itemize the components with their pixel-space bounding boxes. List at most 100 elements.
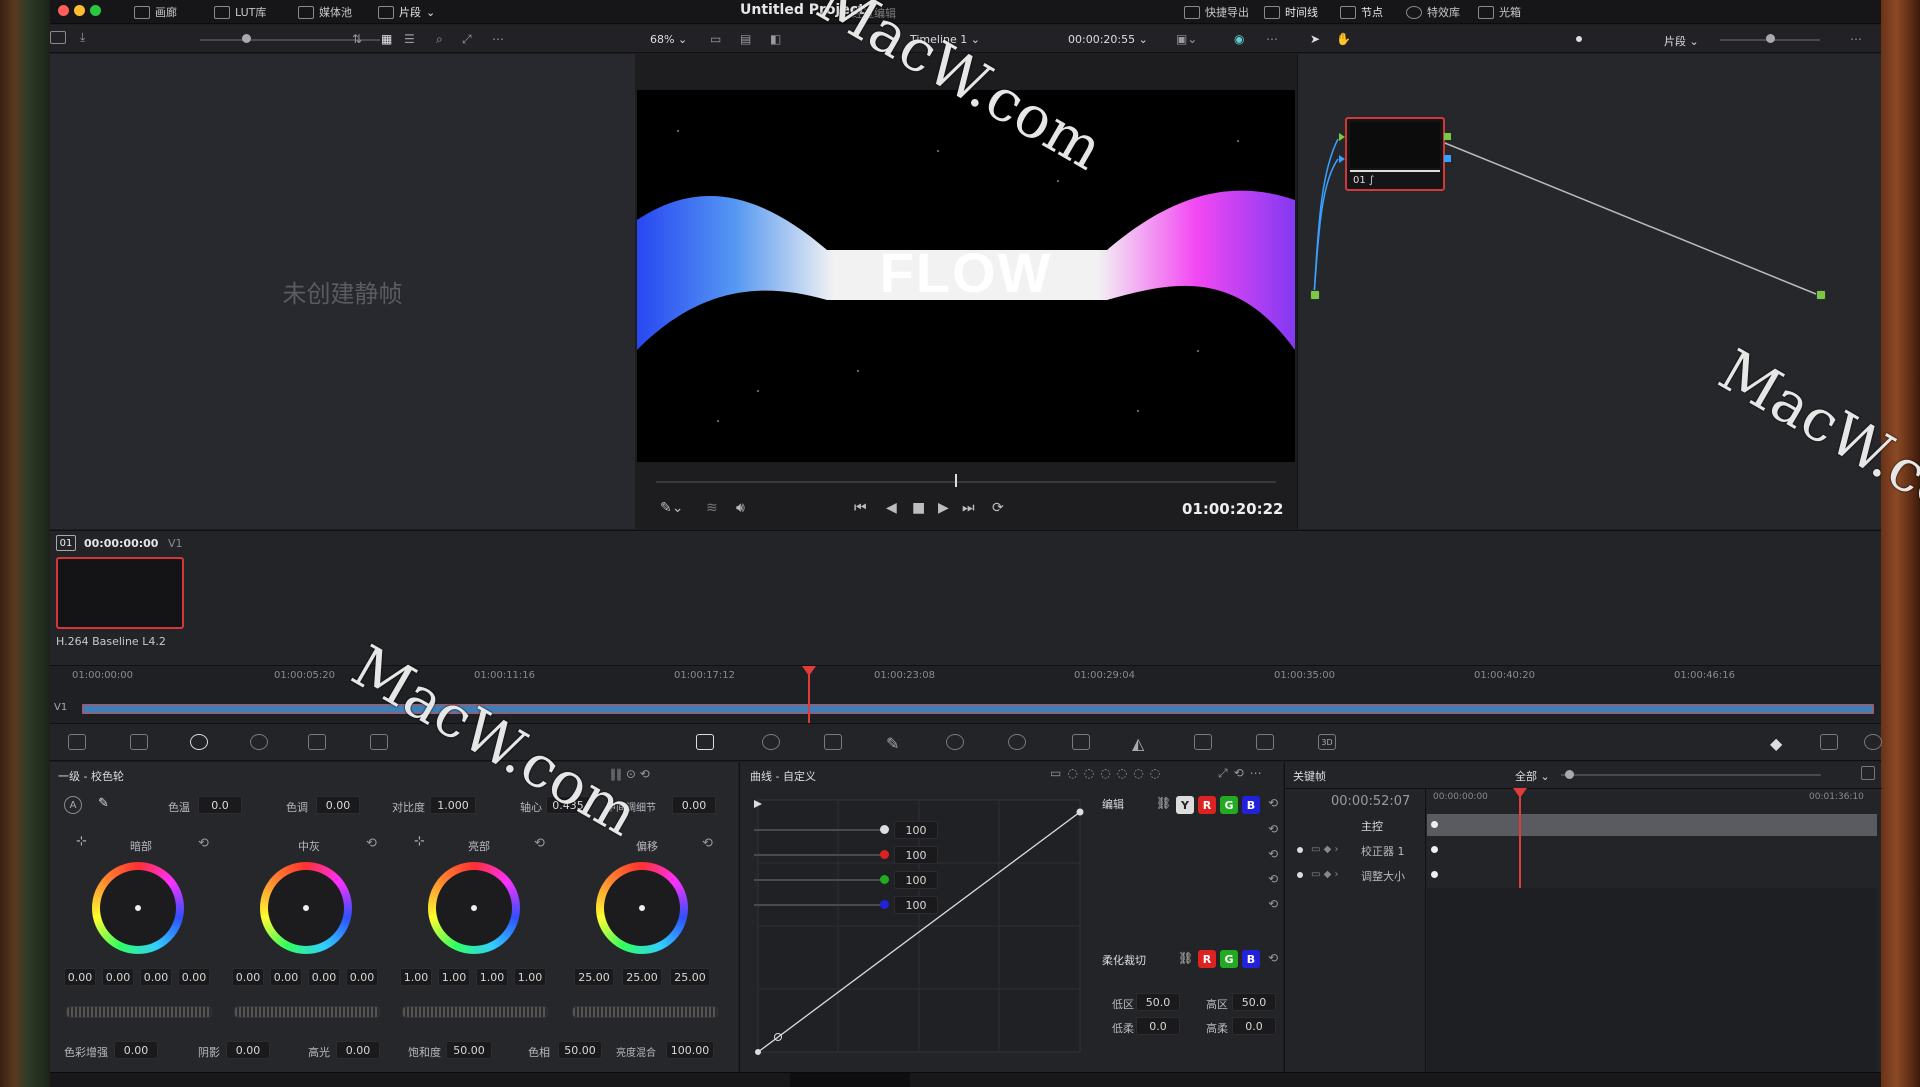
viewer-mode-1-icon[interactable]: ▭ (710, 32, 721, 46)
lift-value[interactable]: 0.00 (102, 968, 134, 986)
gamma-value[interactable]: 0.00 (346, 968, 378, 986)
gain-wheel[interactable] (428, 862, 520, 954)
offset-wheel[interactable] (596, 862, 688, 954)
scrub-bar[interactable] (656, 481, 1276, 483)
lift-reset-icon[interactable]: ⟲ (198, 836, 209, 851)
gamma-value[interactable]: 0.00 (232, 968, 264, 986)
hdr-wheels-icon[interactable] (250, 734, 268, 750)
lift-value[interactable]: 0.00 (178, 968, 210, 986)
y-intensity-field[interactable]: 100 (894, 821, 938, 839)
grid-view-icon[interactable]: ▦ (381, 32, 392, 46)
hue-field[interactable]: 50.00 (558, 1041, 602, 1059)
node-key-output[interactable] (1444, 155, 1451, 162)
skip-end-icon[interactable]: ⏭︎ (962, 500, 975, 516)
high-soft-field[interactable]: 0.0 (1232, 1017, 1276, 1035)
tint-field[interactable]: 0.00 (316, 796, 360, 814)
loop-icon[interactable]: ⟳ (992, 500, 1004, 516)
g-intensity-slider[interactable] (754, 879, 884, 881)
timeline-clip[interactable] (82, 704, 1874, 714)
offset-value[interactable]: 25.00 (622, 968, 662, 986)
node-rgb-input[interactable] (1339, 133, 1345, 141)
tab-timeline[interactable]: 时间线 (1264, 4, 1318, 20)
lift-picker-icon[interactable]: ⊹ (76, 834, 87, 849)
keyframe-zoom-slider[interactable] (1561, 774, 1821, 776)
tab-nodes[interactable]: 节点 (1340, 4, 1383, 20)
gain-value[interactable]: 1.00 (514, 968, 546, 986)
edit-reset-icon[interactable]: ⟲ (1268, 796, 1278, 810)
gamma-value[interactable]: 0.00 (270, 968, 302, 986)
minimize-window-button[interactable] (74, 5, 85, 16)
auto-balance-icon[interactable]: A (64, 796, 82, 814)
offset-value[interactable]: 25.00 (574, 968, 614, 986)
soft-r-button[interactable]: R (1198, 950, 1216, 968)
b-intensity-slider[interactable] (754, 904, 884, 906)
node-editor[interactable]: 01 ∫ (1297, 54, 1881, 529)
g-intensity-field[interactable]: 100 (894, 871, 938, 889)
clip-thumbnail[interactable] (56, 557, 184, 629)
saturation-field[interactable]: 50.00 (446, 1041, 492, 1059)
gamma-wheel[interactable] (260, 862, 352, 954)
lock-icon[interactable]: ▭ ◆ › (1311, 869, 1339, 880)
offset-reset-icon[interactable]: ⟲ (702, 836, 713, 851)
lift-value[interactable]: 0.00 (64, 968, 96, 986)
curves-mode-icons[interactable]: ▭◌◌◌◌◌◌ (1050, 766, 1166, 780)
color-picker-icon[interactable]: ◉ (1234, 32, 1244, 46)
soft-b-button[interactable]: B (1242, 950, 1260, 968)
tab-clips[interactable]: 片段 ⌄ (378, 4, 435, 20)
keyframe-panel-expand-icon[interactable] (1861, 766, 1875, 780)
layers-icon[interactable]: ≋ (706, 500, 718, 516)
tab-media-pool[interactable]: 媒体池 (298, 4, 352, 20)
lock-icon[interactable]: ▭ ◆ › (1311, 844, 1339, 855)
offset-jog[interactable] (572, 1006, 718, 1018)
high-field[interactable]: 50.0 (1232, 993, 1276, 1011)
b-intensity-field[interactable]: 100 (894, 896, 938, 914)
scrub-handle[interactable] (955, 474, 957, 487)
soft-clip-link-icon[interactable]: ⛓ (1178, 951, 1193, 965)
gain-value[interactable]: 1.00 (438, 968, 470, 986)
lift-value[interactable]: 0.00 (140, 968, 172, 986)
zoom-select[interactable]: 68% ⌄ (650, 33, 687, 46)
viewer-mode-2-icon[interactable]: ▤ (740, 32, 751, 46)
curves-icon[interactable] (696, 734, 714, 750)
color-wheels-icon[interactable] (190, 734, 208, 750)
eyedropper-icon[interactable]: ✎⌄ (660, 500, 683, 516)
maximize-window-button[interactable] (90, 5, 101, 16)
channel-b-button[interactable]: B (1242, 796, 1260, 814)
kf-dot-master[interactable] (1431, 821, 1438, 828)
tab-quick-export[interactable]: 快捷导出 (1184, 4, 1249, 20)
sidebar-toggle-icon[interactable] (50, 31, 66, 47)
camera-raw-icon[interactable] (68, 734, 86, 750)
skip-start-icon[interactable]: ⏮︎ (854, 500, 867, 516)
gain-jog[interactable] (402, 1006, 548, 1018)
motion-effects-icon[interactable] (370, 734, 388, 750)
low-field[interactable]: 50.0 (1136, 993, 1180, 1011)
y-intensity-handle[interactable] (880, 825, 889, 834)
shadows-field[interactable]: 0.00 (226, 1041, 270, 1059)
viewer-image[interactable]: FLOW (637, 90, 1295, 462)
output-node-input[interactable] (1816, 290, 1826, 300)
list-view-icon[interactable]: ☰ (404, 32, 415, 46)
node-zoom-handle[interactable] (1766, 34, 1775, 43)
lift-jog[interactable] (66, 1006, 212, 1018)
gallery-zoom-handle[interactable] (242, 34, 251, 43)
pointer-icon[interactable]: ➤ (1310, 32, 1320, 46)
r-intensity-field[interactable]: 100 (894, 846, 938, 864)
blur-icon[interactable]: ◭ (1132, 734, 1150, 753)
y-intensity-slider[interactable] (754, 829, 884, 831)
3d-icon[interactable]: 3D (1318, 734, 1336, 750)
low-soft-field[interactable]: 0.0 (1136, 1017, 1180, 1035)
gain-value[interactable]: 1.00 (400, 968, 432, 986)
step-back-icon[interactable]: ◀ (886, 500, 897, 516)
node-mode-select[interactable]: 片段 ⌄ (1664, 33, 1699, 49)
display-icon[interactable]: ▣⌄ (1176, 32, 1197, 46)
g-intensity-handle[interactable] (880, 875, 889, 884)
source-node-output[interactable] (1310, 290, 1320, 300)
channel-y-button[interactable]: Y (1176, 796, 1194, 814)
keyframes-filter[interactable]: 全部 ⌄ (1515, 768, 1550, 784)
download-icon[interactable]: ⤓ (80, 30, 85, 45)
gamma-value[interactable]: 0.00 (308, 968, 340, 986)
corrector-node-01[interactable]: 01 ∫ (1339, 117, 1451, 191)
gamma-jog[interactable] (234, 1006, 380, 1018)
sort-icon[interactable]: ⇅ (352, 32, 362, 46)
kf-dot-corrector[interactable] (1431, 846, 1438, 853)
